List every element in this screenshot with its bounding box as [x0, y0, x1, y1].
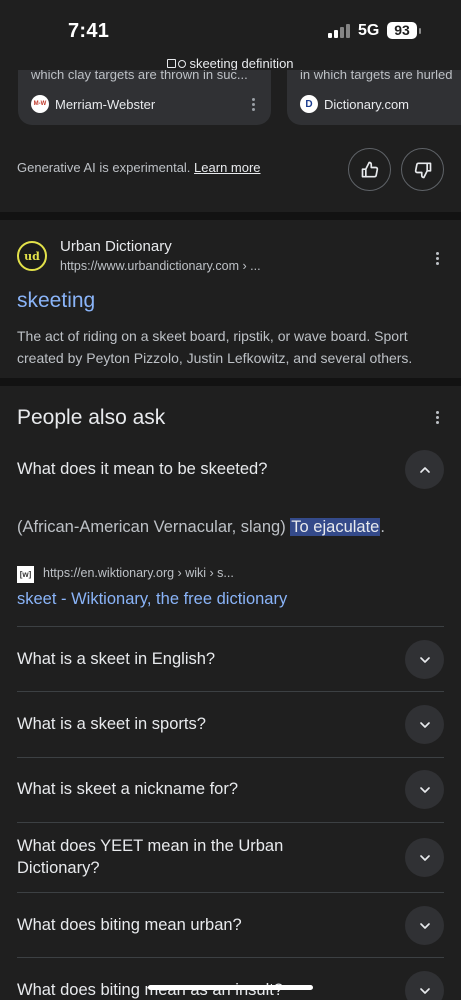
more-vert-icon[interactable]	[436, 411, 439, 426]
card-source-name: Dictionary.com	[324, 96, 410, 112]
thumbs-down-button[interactable]	[401, 148, 444, 191]
urban-dictionary-logo: ud	[17, 241, 47, 271]
chevron-down-icon	[419, 721, 430, 728]
collapse-button[interactable]	[405, 450, 444, 489]
status-time: 7:41	[68, 20, 110, 42]
expand-button[interactable]	[405, 705, 444, 744]
paa-question[interactable]: What is a skeet in sports?	[17, 713, 206, 735]
thumbs-down-icon	[414, 162, 431, 178]
ai-disclaimer-text: Generative AI is experimental.	[17, 160, 191, 175]
lock-icon	[167, 59, 177, 68]
expand-button[interactable]	[405, 640, 444, 679]
expand-button[interactable]	[405, 971, 444, 1000]
wiktionary-icon: [w]	[17, 566, 34, 583]
divider	[17, 757, 444, 758]
chevron-down-icon	[419, 786, 430, 793]
network-label: 5G	[358, 22, 380, 39]
result-title-link[interactable]: skeeting	[17, 289, 95, 313]
paa-heading: People also ask	[17, 406, 166, 429]
card-source: M-W Merriam-Webster	[31, 95, 155, 113]
home-indicator[interactable]	[148, 985, 313, 990]
answer-prefix: (African-American Vernacular, slang)	[17, 518, 286, 536]
card-source: D Dictionary.com	[300, 95, 409, 113]
result-description: The act of riding on a skeet board, rips…	[17, 328, 413, 366]
thumbs-up-icon	[361, 161, 378, 177]
source-card-merriam[interactable]: which clay targets are thrown in suc... …	[18, 70, 271, 125]
answer-highlight: To ejaculate	[290, 518, 381, 536]
chevron-down-icon	[419, 854, 430, 861]
paa-question[interactable]: What does YEET mean in the Urban Diction…	[17, 835, 337, 879]
dictionary-com-icon: D	[300, 95, 318, 113]
paa-answer: (African-American Vernacular, slang) To …	[17, 518, 385, 537]
expand-button[interactable]	[405, 838, 444, 877]
thumbs-up-button[interactable]	[348, 148, 391, 191]
paa-question[interactable]: What does biting mean urban?	[17, 914, 242, 936]
section-divider	[0, 378, 461, 386]
result-site-name[interactable]: Urban Dictionary	[60, 238, 172, 255]
signal-icon	[328, 24, 350, 38]
paa-question[interactable]: What is skeet a nickname for?	[17, 778, 238, 800]
chevron-down-icon	[419, 656, 430, 663]
divider	[17, 822, 444, 823]
battery-tip	[419, 28, 421, 34]
paa-question-expanded[interactable]: What does it mean to be skeeted?	[17, 458, 267, 480]
source-card-dictionary[interactable]: in which targets are hurled D Dictionary…	[287, 70, 461, 125]
result-url[interactable]: https://www.urbandictionary.com › ...	[60, 259, 261, 273]
chevron-down-icon	[419, 987, 430, 994]
search-icon	[178, 60, 187, 68]
chevron-down-icon	[419, 922, 430, 929]
card-source-name: Merriam-Webster	[55, 96, 156, 112]
divider	[17, 691, 444, 692]
divider	[17, 626, 444, 627]
answer-source-link[interactable]: skeet - Wiktionary, the free dictionary	[17, 590, 287, 609]
more-vert-icon[interactable]	[436, 252, 439, 267]
divider	[17, 892, 444, 893]
chevron-up-icon	[419, 466, 430, 473]
section-divider	[0, 212, 461, 220]
url-query: skeeting definition	[189, 56, 294, 71]
more-vert-icon[interactable]	[252, 98, 255, 113]
answer-source-url[interactable]: https://en.wiktionary.org › wiki › s...	[43, 566, 234, 580]
learn-more-link[interactable]: Learn more	[194, 160, 260, 175]
card-snippet: which clay targets are thrown in suc...	[31, 70, 248, 82]
battery-icon: 93	[387, 22, 417, 39]
card-snippet: in which targets are hurled	[300, 70, 453, 82]
expand-button[interactable]	[405, 906, 444, 945]
answer-suffix: .	[380, 518, 385, 536]
paa-question[interactable]: What is a skeet in English?	[17, 648, 215, 670]
merriam-webster-icon: M-W	[31, 95, 49, 113]
divider	[17, 957, 444, 958]
status-bar: 7:41 5G 93	[0, 0, 461, 56]
expand-button[interactable]	[405, 770, 444, 809]
ai-disclaimer: Generative AI is experimental. Learn mor…	[17, 160, 261, 175]
